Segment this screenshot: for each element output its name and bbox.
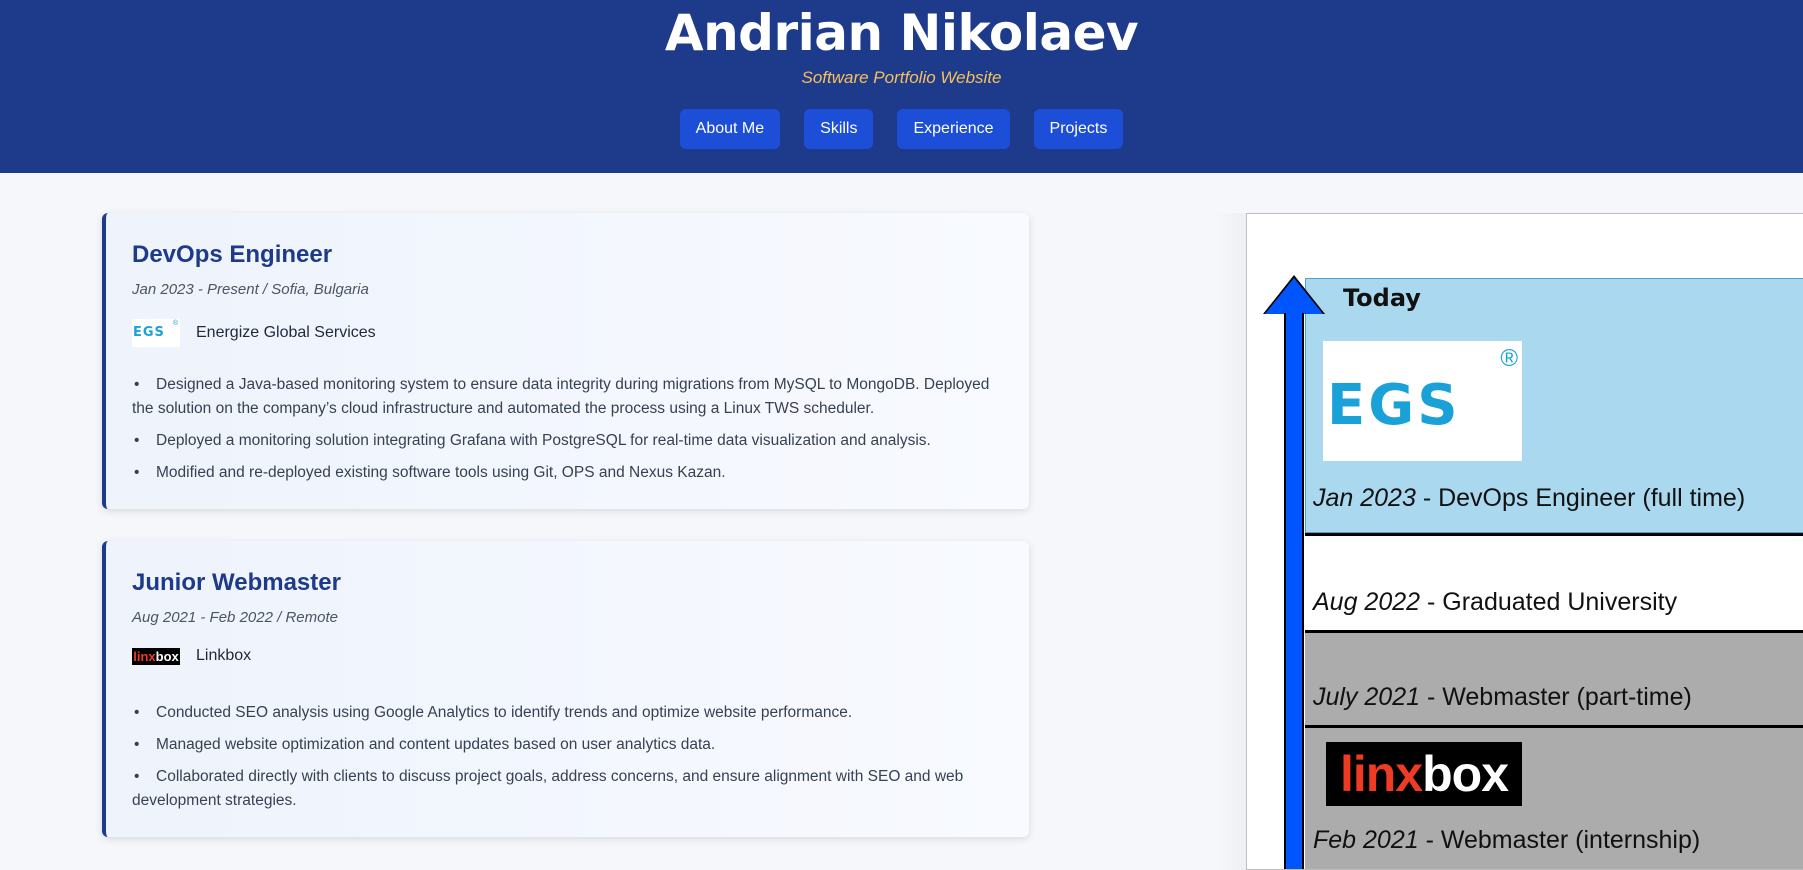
timeline-entry-date: Feb 2021 bbox=[1313, 826, 1419, 854]
job-bullet: Modified and re-deployed existing softwa… bbox=[132, 461, 1002, 485]
linkbox-logo-white-text: box bbox=[1422, 746, 1509, 802]
main-nav: About Me Skills Experience Projects bbox=[0, 109, 1803, 149]
nav-projects-button[interactable]: Projects bbox=[1033, 109, 1124, 149]
job-bullet: Collaborated directly with clients to di… bbox=[132, 765, 1002, 813]
job-bullet: Managed website optimization and content… bbox=[132, 733, 1002, 757]
egs-logo-text: EGS bbox=[1327, 373, 1461, 438]
linkbox-logo: linx box bbox=[132, 647, 180, 665]
timeline-entry: Feb 2021 - Webmaster (internship) bbox=[1313, 826, 1700, 855]
nav-skills-button[interactable]: Skills bbox=[804, 109, 874, 149]
job-bullet: Designed a Java-based monitoring system … bbox=[132, 373, 1002, 421]
experience-card: DevOps Engineer Jan 2023 - Present / Sof… bbox=[102, 213, 1029, 509]
timeline-today-label: Today bbox=[1343, 284, 1421, 312]
egs-logo-text: EGS bbox=[133, 325, 165, 340]
job-meta: Jan 2023 - Present / Sofia, Bulgaria bbox=[132, 281, 369, 298]
job-title: Junior Webmaster bbox=[132, 569, 341, 596]
job-bullets: Conducted SEO analysis using Google Anal… bbox=[132, 701, 1002, 821]
company-name: Linkbox bbox=[196, 647, 252, 664]
site-subtitle: Software Portfolio Website bbox=[801, 68, 1002, 87]
linkbox-logo-red-text: linx bbox=[1339, 746, 1423, 802]
timeline-entry-text: - Webmaster (part-time) bbox=[1420, 683, 1692, 711]
timeline-entry-text: - Webmaster (internship) bbox=[1418, 826, 1701, 854]
site-title: Andrian Nikolaev bbox=[664, 4, 1139, 62]
arrow-up-icon bbox=[1265, 278, 1323, 314]
job-bullet: Deployed a monitoring solution integrati… bbox=[132, 429, 1002, 453]
nav-experience-button[interactable]: Experience bbox=[897, 109, 1010, 149]
timeline-entry: Aug 2022 - Graduated University bbox=[1313, 588, 1677, 617]
timeline-image: Today EGS ® Jan 2023 - DevOps Engineer (… bbox=[1246, 213, 1803, 870]
timeline-arrow-shaft bbox=[1284, 313, 1304, 869]
nav-about-me-button[interactable]: About Me bbox=[679, 109, 781, 149]
egs-logo: EGS ® bbox=[1323, 341, 1522, 461]
company-row: linx box Linkbox bbox=[132, 647, 251, 665]
linkbox-logo-white-text: box bbox=[155, 648, 179, 664]
job-title: DevOps Engineer bbox=[132, 241, 333, 268]
egs-logo-registered-mark: ® bbox=[1500, 345, 1518, 372]
timeline-entry-text: - Graduated University bbox=[1420, 588, 1678, 616]
timeline-entry-text: - DevOps Engineer (full time) bbox=[1415, 484, 1746, 512]
company-name: Energize Global Services bbox=[196, 324, 376, 341]
egs-logo: EGS ® bbox=[132, 319, 180, 347]
linkbox-logo: linx box bbox=[1326, 742, 1522, 806]
experience-card: Junior Webmaster Aug 2021 - Feb 2022 / R… bbox=[102, 541, 1029, 837]
company-row: EGS ® Energize Global Services bbox=[132, 319, 376, 347]
timeline-entry: Jan 2023 - DevOps Engineer (full time) bbox=[1313, 484, 1745, 513]
linkbox-logo-red-text: linx bbox=[133, 648, 156, 664]
timeline-entry-date: July 2021 bbox=[1313, 683, 1421, 711]
job-bullets: Designed a Java-based monitoring system … bbox=[132, 373, 1002, 493]
site-header: Andrian Nikolaev Software Portfolio Webs… bbox=[0, 0, 1803, 173]
timeline-entry: July 2021 - Webmaster (part-time) bbox=[1313, 683, 1692, 712]
timeline-entry-date: Aug 2022 bbox=[1313, 588, 1421, 616]
timeline-entry-date: Jan 2023 bbox=[1313, 484, 1416, 512]
job-meta: Aug 2021 - Feb 2022 / Remote bbox=[132, 609, 338, 626]
egs-logo-registered-mark: ® bbox=[172, 320, 178, 327]
job-bullet: Conducted SEO analysis using Google Anal… bbox=[132, 701, 1002, 725]
panel-divider bbox=[1216, 213, 1246, 870]
